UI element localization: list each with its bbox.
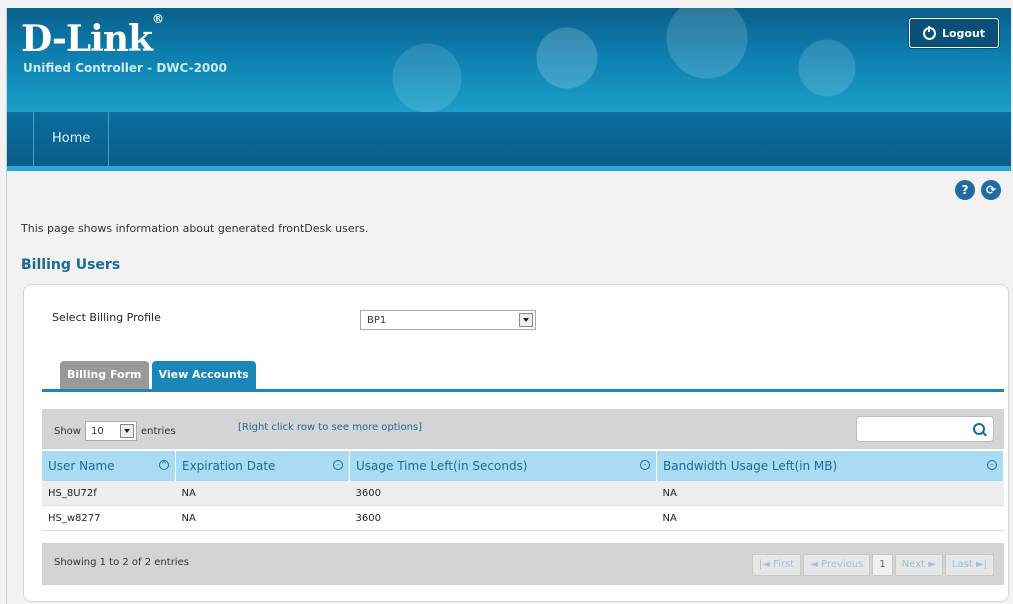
section-title: Billing Users	[21, 257, 121, 273]
pagination: |◄ First ◄ Previous 1 Next ► Last ►|	[751, 554, 994, 576]
last-page-button[interactable]: Last ►|	[944, 554, 994, 576]
table-toolbar: Show 10 entries [Right click row to see …	[42, 409, 1004, 449]
sort-asc-icon: ^	[159, 460, 169, 470]
column-header-usage-time[interactable]: Usage Time Left(in Seconds) -	[349, 451, 657, 481]
page-description: This page shows information about genera…	[21, 222, 369, 235]
logout-button[interactable]: Logout	[909, 18, 999, 48]
cell-usage-time: 3600	[349, 481, 657, 506]
previous-page-button[interactable]: ◄ Previous	[803, 554, 871, 576]
help-icon[interactable]: ?	[955, 180, 975, 200]
first-page-button[interactable]: |◄ First	[751, 554, 802, 576]
tab-bar: Billing Form View Accounts	[60, 361, 256, 389]
cell-usage-time: 3600	[349, 505, 657, 531]
power-icon	[922, 25, 936, 40]
main-navbar: Home	[7, 112, 1011, 171]
cell-bandwidth: NA	[656, 505, 1004, 531]
entries-value: 10	[90, 426, 104, 437]
table-footer: Showing 1 to 2 of 2 entries |◄ First ◄ P…	[42, 543, 1004, 585]
search-input[interactable]	[856, 416, 994, 442]
column-header-bandwidth[interactable]: Bandwidth Usage Left(in MB) -	[656, 451, 1004, 481]
tab-view-accounts[interactable]: View Accounts	[151, 361, 256, 389]
billing-profile-value: BP1	[367, 315, 387, 326]
entries-select[interactable]: 10	[84, 421, 137, 441]
cell-user-name: HS_8U72f	[42, 481, 176, 506]
tab-billing-form[interactable]: Billing Form	[60, 361, 149, 389]
table-header-row: User Name ^ Expiration Date - Usage Time L…	[42, 451, 1004, 481]
column-header-expiration-date[interactable]: Expiration Date -	[175, 451, 350, 481]
cell-expiration-date: NA	[175, 505, 350, 531]
header-banner: D-Link® Unified Controller - DWC-2000 Lo…	[7, 8, 1011, 112]
logout-label: Logout	[941, 26, 986, 40]
cell-user-name: HS_w8277	[42, 505, 176, 531]
show-label: Show	[54, 425, 81, 437]
table-row[interactable]: HS_w8277 NA 3600 NA	[42, 505, 1004, 531]
entries-info: Showing 1 to 2 of 2 entries	[54, 557, 189, 568]
nav-home[interactable]: Home	[33, 112, 110, 166]
next-page-button[interactable]: Next ►	[894, 554, 943, 576]
product-subtitle: Unified Controller - DWC-2000	[23, 61, 227, 75]
tab-underline	[42, 389, 1004, 392]
help-icons: ? ⟳	[955, 180, 1001, 200]
chevron-down-icon	[519, 313, 533, 327]
page-number-button[interactable]: 1	[872, 554, 893, 576]
app-frame: D-Link® Unified Controller - DWC-2000 Lo…	[6, 8, 1011, 604]
sort-icon: -	[333, 460, 343, 470]
entries-label: entries	[140, 425, 176, 437]
sort-icon: -	[640, 460, 650, 470]
refresh-icon[interactable]: ⟳	[981, 180, 1001, 200]
cell-expiration-date: NA	[175, 481, 350, 506]
entries-control: Show 10 entries	[54, 421, 176, 441]
right-click-hint: [Right click row to see more options]	[238, 422, 423, 433]
cell-bandwidth: NA	[656, 481, 1004, 506]
billing-profile-label: Select Billing Profile	[52, 311, 161, 324]
sort-icon: -	[987, 460, 997, 470]
chevron-down-icon	[119, 424, 134, 438]
search-icon	[973, 423, 985, 435]
billing-users-panel: Select Billing Profile BP1 Billing Form …	[23, 284, 1009, 602]
dlink-logo: D-Link®	[21, 12, 164, 60]
column-header-user-name[interactable]: User Name ^	[42, 451, 176, 481]
accounts-table: User Name ^ Expiration Date - Usage Time L…	[42, 451, 1004, 531]
billing-profile-select[interactable]: BP1	[360, 310, 536, 330]
table-row[interactable]: HS_8U72f NA 3600 NA	[42, 481, 1004, 506]
